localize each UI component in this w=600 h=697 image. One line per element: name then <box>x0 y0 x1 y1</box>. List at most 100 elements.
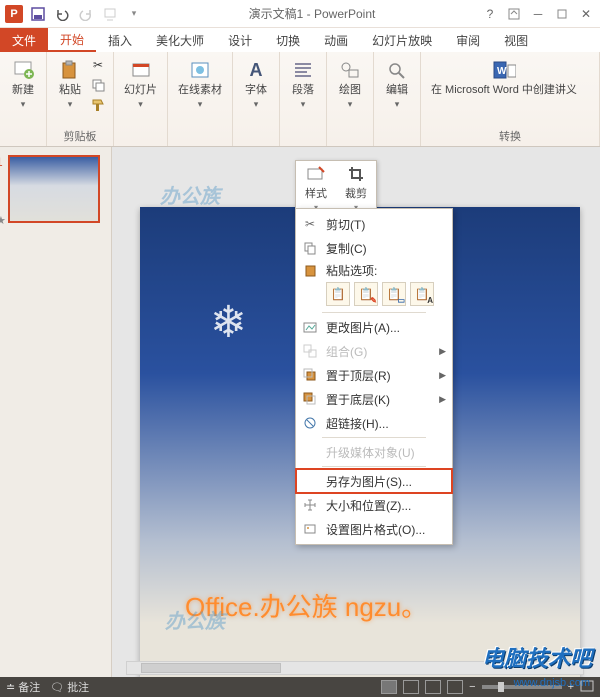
watermark-url: www.dnjsb.com <box>514 677 590 689</box>
editing-button[interactable]: 编辑 <box>380 56 414 112</box>
thumb-animation-icon: ★ <box>0 214 6 227</box>
send-back-icon <box>302 391 318 407</box>
format-painter-icon[interactable] <box>89 96 107 114</box>
paragraph-button[interactable]: 段落 <box>286 56 320 112</box>
menu-copy[interactable]: 复制(C) <box>296 236 452 260</box>
menu-size-position[interactable]: 大小和位置(Z)... <box>296 493 452 517</box>
group-clipboard: 粘贴 ✂ 剪贴板 <box>47 52 114 146</box>
group-drawing: 绘图 <box>327 52 374 146</box>
paste-options-row: 📋 📋✎ 📋▭ 📋A <box>296 280 452 310</box>
paste-button[interactable]: 粘贴 <box>53 56 87 112</box>
word-handout-icon: W <box>492 58 516 82</box>
bring-front-icon <box>302 367 318 383</box>
group-slides: 幻灯片 <box>114 52 168 146</box>
qat-undo-icon[interactable] <box>52 4 72 24</box>
tab-home[interactable]: 开始 <box>48 28 96 52</box>
group-editing: 编辑 <box>374 52 421 146</box>
tab-transition[interactable]: 切换 <box>264 28 312 52</box>
zoom-out-icon[interactable]: − <box>469 681 475 693</box>
zoom-slider-thumb[interactable] <box>498 682 504 692</box>
crop-icon <box>347 165 365 183</box>
submenu-arrow-icon: ▶ <box>439 346 446 357</box>
menu-bring-front[interactable]: 置于顶层(R) ▶ <box>296 363 452 387</box>
maximize-icon[interactable] <box>550 2 574 26</box>
watermark-logo: 电脑技术吧 <box>482 641 592 673</box>
editing-icon <box>385 58 409 82</box>
view-sorter-icon[interactable] <box>403 680 419 694</box>
copy-icon[interactable] <box>89 76 107 94</box>
change-pic-icon <box>302 319 318 335</box>
paste-option-1[interactable]: 📋 <box>326 282 350 306</box>
submenu-arrow-icon: ▶ <box>439 394 446 405</box>
help-icon[interactable]: ? <box>478 2 502 26</box>
tab-beautify[interactable]: 美化大师 <box>144 28 216 52</box>
window-title: 演示文稿1 - PowerPoint <box>146 5 478 22</box>
context-menu: ✂ 剪切(T) 复制(C) 粘贴选项: 📋 📋✎ 📋▭ 📋A 更改图片(A)..… <box>295 208 453 545</box>
tab-design[interactable]: 设计 <box>216 28 264 52</box>
ribbon-tabs: 文件 开始 插入 美化大师 设计 切换 动画 幻灯片放映 审阅 视图 <box>0 28 600 52</box>
watermark-ghost: 办公族 <box>160 180 220 209</box>
group-online: 在线素材 <box>168 52 233 146</box>
qat-start-icon[interactable] <box>100 4 120 24</box>
slide-thumbnail[interactable] <box>8 155 100 223</box>
scrollbar-thumb[interactable] <box>141 663 281 673</box>
cut-icon[interactable]: ✂ <box>89 56 107 74</box>
menu-change-picture[interactable]: 更改图片(A)... <box>296 315 452 339</box>
drawing-icon <box>338 58 362 82</box>
menu-save-as-picture[interactable]: 另存为图片(S)... <box>296 469 452 493</box>
status-bar: ≐ 备注 🗨 批注 − + <box>0 677 600 697</box>
style-icon <box>307 165 325 183</box>
size-pos-icon <box>302 497 318 513</box>
drawing-button[interactable]: 绘图 <box>333 56 367 112</box>
menu-paste-label: 粘贴选项: <box>296 260 452 280</box>
tab-insert[interactable]: 插入 <box>96 28 144 52</box>
word-handout-button[interactable]: W 在 Microsoft Word 中创建讲义 <box>427 56 581 99</box>
slide-thumbnail-panel[interactable]: 1 ★ <box>0 147 112 677</box>
group-icon <box>302 343 318 359</box>
font-button[interactable]: A 字体 <box>239 56 273 112</box>
slides-button[interactable]: 幻灯片 <box>120 56 161 112</box>
snowflake-image[interactable]: ❄ <box>210 297 247 348</box>
notes-button[interactable]: ≐ 备注 <box>6 679 40 695</box>
paste-option-4[interactable]: 📋A <box>410 282 434 306</box>
menu-format-picture[interactable]: 设置图片格式(O)... <box>296 517 452 541</box>
tab-slideshow[interactable]: 幻灯片放映 <box>360 28 444 52</box>
tab-review[interactable]: 审阅 <box>444 28 492 52</box>
menu-separator <box>322 312 426 313</box>
paragraph-icon <box>291 58 315 82</box>
submenu-arrow-icon: ▶ <box>439 370 446 381</box>
view-slideshow-icon[interactable] <box>447 680 463 694</box>
tab-file[interactable]: 文件 <box>0 28 48 52</box>
view-normal-icon[interactable] <box>381 680 397 694</box>
online-material-button[interactable]: 在线素材 <box>174 56 226 112</box>
qat-customize-icon[interactable]: ▾ <box>124 4 144 24</box>
title-bar: P ▾ 演示文稿1 - PowerPoint ? ─ ✕ <box>0 0 600 28</box>
menu-send-back[interactable]: 置于底层(K) ▶ <box>296 387 452 411</box>
menu-hyperlink[interactable]: 超链接(H)... <box>296 411 452 435</box>
svg-text:W: W <box>497 66 507 77</box>
copy-icon <box>302 240 318 256</box>
comments-button[interactable]: 🗨 批注 <box>50 679 89 695</box>
qat-redo-icon[interactable] <box>76 4 96 24</box>
tab-animation[interactable]: 动画 <box>312 28 360 52</box>
format-pic-icon <box>302 521 318 537</box>
group-new: 新建 <box>0 52 47 146</box>
ribbon-display-icon[interactable] <box>502 2 526 26</box>
view-reading-icon[interactable] <box>425 680 441 694</box>
group-font: A 字体 <box>233 52 280 146</box>
paste-option-2[interactable]: 📋✎ <box>354 282 378 306</box>
slides-icon <box>129 58 153 82</box>
menu-separator <box>322 437 426 438</box>
minimize-icon[interactable]: ─ <box>526 2 550 26</box>
group-convert: W 在 Microsoft Word 中创建讲义 转换 <box>421 52 600 146</box>
qat-save-icon[interactable] <box>28 4 48 24</box>
tab-view[interactable]: 视图 <box>492 28 540 52</box>
paste-icon <box>302 262 318 278</box>
new-slide-button[interactable]: 新建 <box>6 56 40 112</box>
menu-cut[interactable]: ✂ 剪切(T) <box>296 212 452 236</box>
menu-group: 组合(G) ▶ <box>296 339 452 363</box>
font-icon: A <box>244 58 268 82</box>
paste-option-3[interactable]: 📋▭ <box>382 282 406 306</box>
paste-icon <box>58 58 82 82</box>
close-icon[interactable]: ✕ <box>574 2 598 26</box>
